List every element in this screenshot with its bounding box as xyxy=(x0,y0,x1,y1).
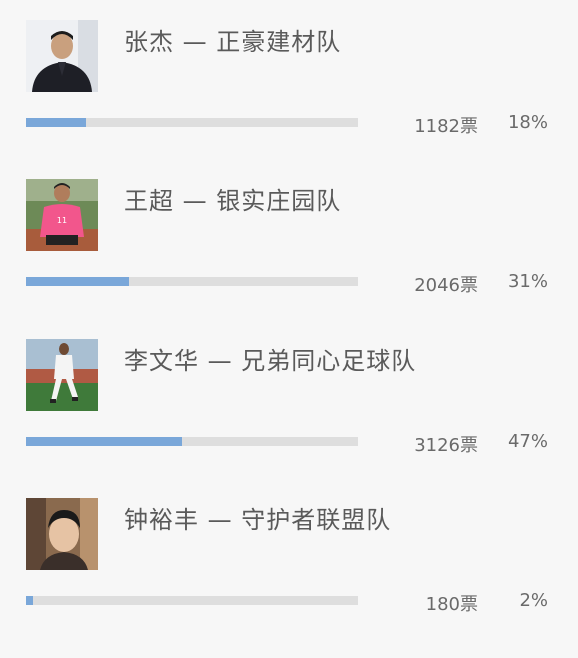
vote-percent: 31% xyxy=(507,271,548,292)
avatar xyxy=(26,498,98,570)
vote-percent: 18% xyxy=(507,112,548,133)
vote-progress-bar xyxy=(26,277,358,286)
candidate-item[interactable]: 李文华 — 兄弟同心足球队 3126票 47% xyxy=(0,339,578,499)
vote-progress-fill xyxy=(26,277,129,286)
candidate-item[interactable]: 11 王超 — 银实庄园队 2046票 31% xyxy=(0,179,578,339)
vote-count: 180票 xyxy=(425,594,478,615)
avatar xyxy=(26,339,98,411)
candidate-name: 王超 — 银实庄园队 xyxy=(124,187,342,215)
candidate-item[interactable]: 钟裕丰 — 守护者联盟队 180票 2% xyxy=(0,498,578,658)
vote-percent: 2% xyxy=(519,590,548,611)
vote-progress-bar xyxy=(26,118,358,127)
vote-progress-bar xyxy=(26,596,358,605)
vote-progress-fill xyxy=(26,118,86,127)
vote-progress-bar xyxy=(26,437,358,446)
avatar xyxy=(26,20,98,92)
candidate-name: 张杰 — 正豪建材队 xyxy=(124,28,342,56)
candidate-item[interactable]: 张杰 — 正豪建材队 1182票 18% xyxy=(0,20,578,180)
vote-percent: 47% xyxy=(507,431,548,452)
vote-progress-fill xyxy=(26,437,182,446)
candidate-name: 李文华 — 兄弟同心足球队 xyxy=(124,347,417,375)
vote-count: 3126票 xyxy=(414,435,478,456)
vote-progress-fill xyxy=(26,596,33,605)
avatar: 11 xyxy=(26,179,98,251)
candidate-name: 钟裕丰 — 守护者联盟队 xyxy=(124,506,392,534)
vote-count: 2046票 xyxy=(414,275,478,296)
vote-count: 1182票 xyxy=(414,116,478,137)
svg-text:11: 11 xyxy=(57,216,67,225)
